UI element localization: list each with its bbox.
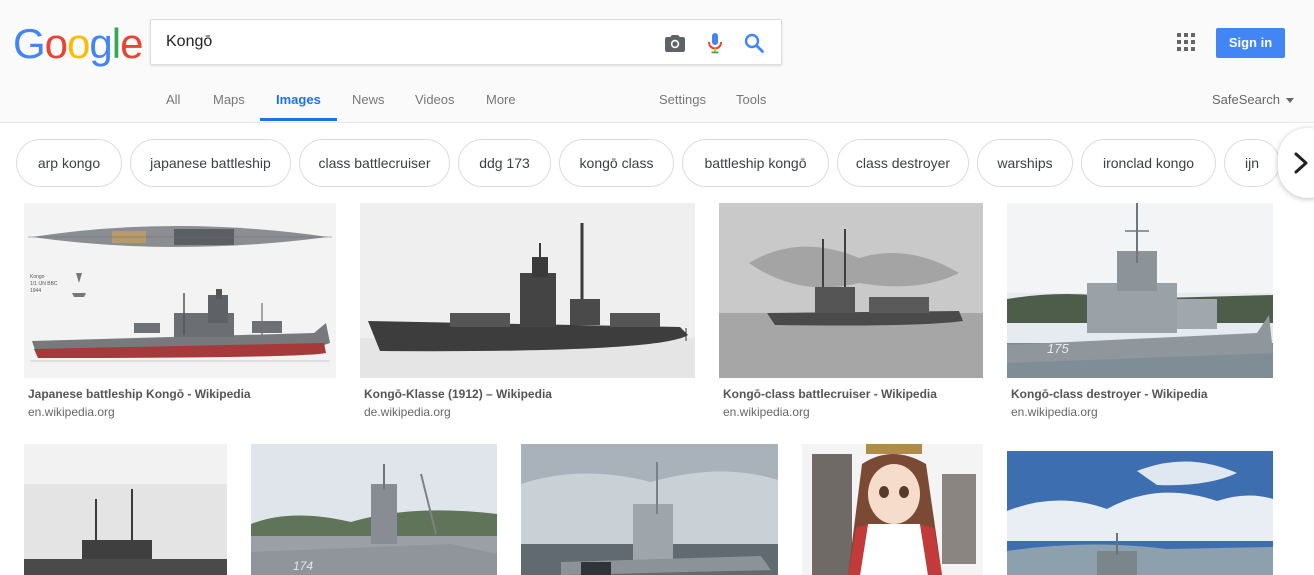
image-result[interactable]: 174 xyxy=(251,444,497,575)
sign-in-button[interactable]: Sign in xyxy=(1216,28,1285,58)
result-thumbnail[interactable]: 175 xyxy=(1007,203,1273,378)
chip-battleship-kongo[interactable]: battleship kongō xyxy=(682,139,829,187)
result-domain: en.wikipedia.org xyxy=(28,405,115,419)
result-thumbnail[interactable] xyxy=(1007,451,1273,575)
tab-all[interactable]: All xyxy=(166,92,180,107)
safesearch-menu[interactable]: SafeSearch xyxy=(1212,92,1294,107)
thumb-hull-number: 175 xyxy=(1047,341,1069,356)
image-result[interactable] xyxy=(521,444,778,575)
active-tab-indicator xyxy=(260,118,337,121)
result-title[interactable]: Kongō-Klasse (1912) – Wikipedia xyxy=(364,387,552,401)
result-domain: de.wikipedia.org xyxy=(364,405,451,419)
chip-ddg-173[interactable]: ddg 173 xyxy=(458,139,551,187)
image-result[interactable]: Kongō-class battlecruiser - Wikipedia en… xyxy=(719,203,983,428)
image-result[interactable]: 175 Kongō-class destroyer - Wikipedia en… xyxy=(1007,203,1273,428)
tab-images[interactable]: Images xyxy=(276,92,321,107)
result-thumbnail[interactable] xyxy=(24,444,227,575)
chip-arp-kongo[interactable]: arp kongo xyxy=(16,139,122,187)
chip-class-battlecruiser[interactable]: class battlecruiser xyxy=(299,139,450,187)
result-domain: en.wikipedia.org xyxy=(723,405,810,419)
thumb-hull-number: 174 xyxy=(293,559,313,573)
tab-tools[interactable]: Tools xyxy=(736,92,766,107)
chip-warships[interactable]: warships xyxy=(977,139,1073,187)
chip-ironclad-kongo[interactable]: ironclad kongo xyxy=(1081,139,1216,187)
related-searches: arp kongo japanese battleship class batt… xyxy=(0,139,1314,187)
svg-text:1/1 IJN BBC: 1/1 IJN BBC xyxy=(30,281,58,287)
result-thumbnail[interactable] xyxy=(802,444,983,575)
result-title[interactable]: Kongō-class battlecruiser - Wikipedia xyxy=(723,387,937,401)
svg-text:1944: 1944 xyxy=(30,288,41,294)
result-thumbnail[interactable]: 174 xyxy=(251,444,497,575)
apps-grid-icon[interactable] xyxy=(1177,33,1195,51)
image-result[interactable] xyxy=(24,444,227,575)
tab-settings[interactable]: Settings xyxy=(659,92,706,107)
search-icon[interactable] xyxy=(742,31,766,55)
result-title[interactable]: Japanese battleship Kongō - Wikipedia xyxy=(28,387,251,401)
result-title[interactable]: Kongō-class destroyer - Wikipedia xyxy=(1011,387,1208,401)
result-thumbnail[interactable]: Kongo 1/1 IJN BBC 1944 xyxy=(24,203,336,378)
image-result[interactable] xyxy=(802,444,983,575)
google-logo[interactable]: Google xyxy=(13,22,143,66)
chips-next-button[interactable] xyxy=(1278,128,1314,198)
dropdown-arrow-icon xyxy=(1284,92,1294,107)
image-result[interactable]: Kongō-Klasse (1912) – Wikipedia de.wikip… xyxy=(360,203,695,428)
image-result[interactable]: Kongo 1/1 IJN BBC 1944 Japanese battlesh… xyxy=(24,203,336,428)
safesearch-label: SafeSearch xyxy=(1212,92,1280,107)
tab-videos[interactable]: Videos xyxy=(415,92,455,107)
chip-kongo-class[interactable]: kongō class xyxy=(559,139,674,187)
chip-japanese-battleship[interactable]: japanese battleship xyxy=(130,139,291,187)
image-result[interactable] xyxy=(1007,451,1273,575)
tab-more[interactable]: More xyxy=(486,92,516,107)
header: Google Sign in All Maps Images News Vide… xyxy=(0,0,1314,123)
result-thumbnail[interactable] xyxy=(360,203,695,378)
search-input[interactable] xyxy=(166,20,646,64)
microphone-icon[interactable] xyxy=(703,31,727,55)
result-domain: en.wikipedia.org xyxy=(1011,405,1098,419)
result-thumbnail[interactable] xyxy=(521,444,778,575)
tab-maps[interactable]: Maps xyxy=(213,92,245,107)
result-thumbnail[interactable] xyxy=(719,203,983,378)
chip-ijn[interactable]: ijn xyxy=(1224,139,1280,187)
tab-news[interactable]: News xyxy=(352,92,385,107)
search-box xyxy=(150,19,782,65)
svg-text:Kongo: Kongo xyxy=(30,274,45,280)
camera-icon[interactable] xyxy=(663,31,687,55)
chip-class-destroyer[interactable]: class destroyer xyxy=(837,139,969,187)
